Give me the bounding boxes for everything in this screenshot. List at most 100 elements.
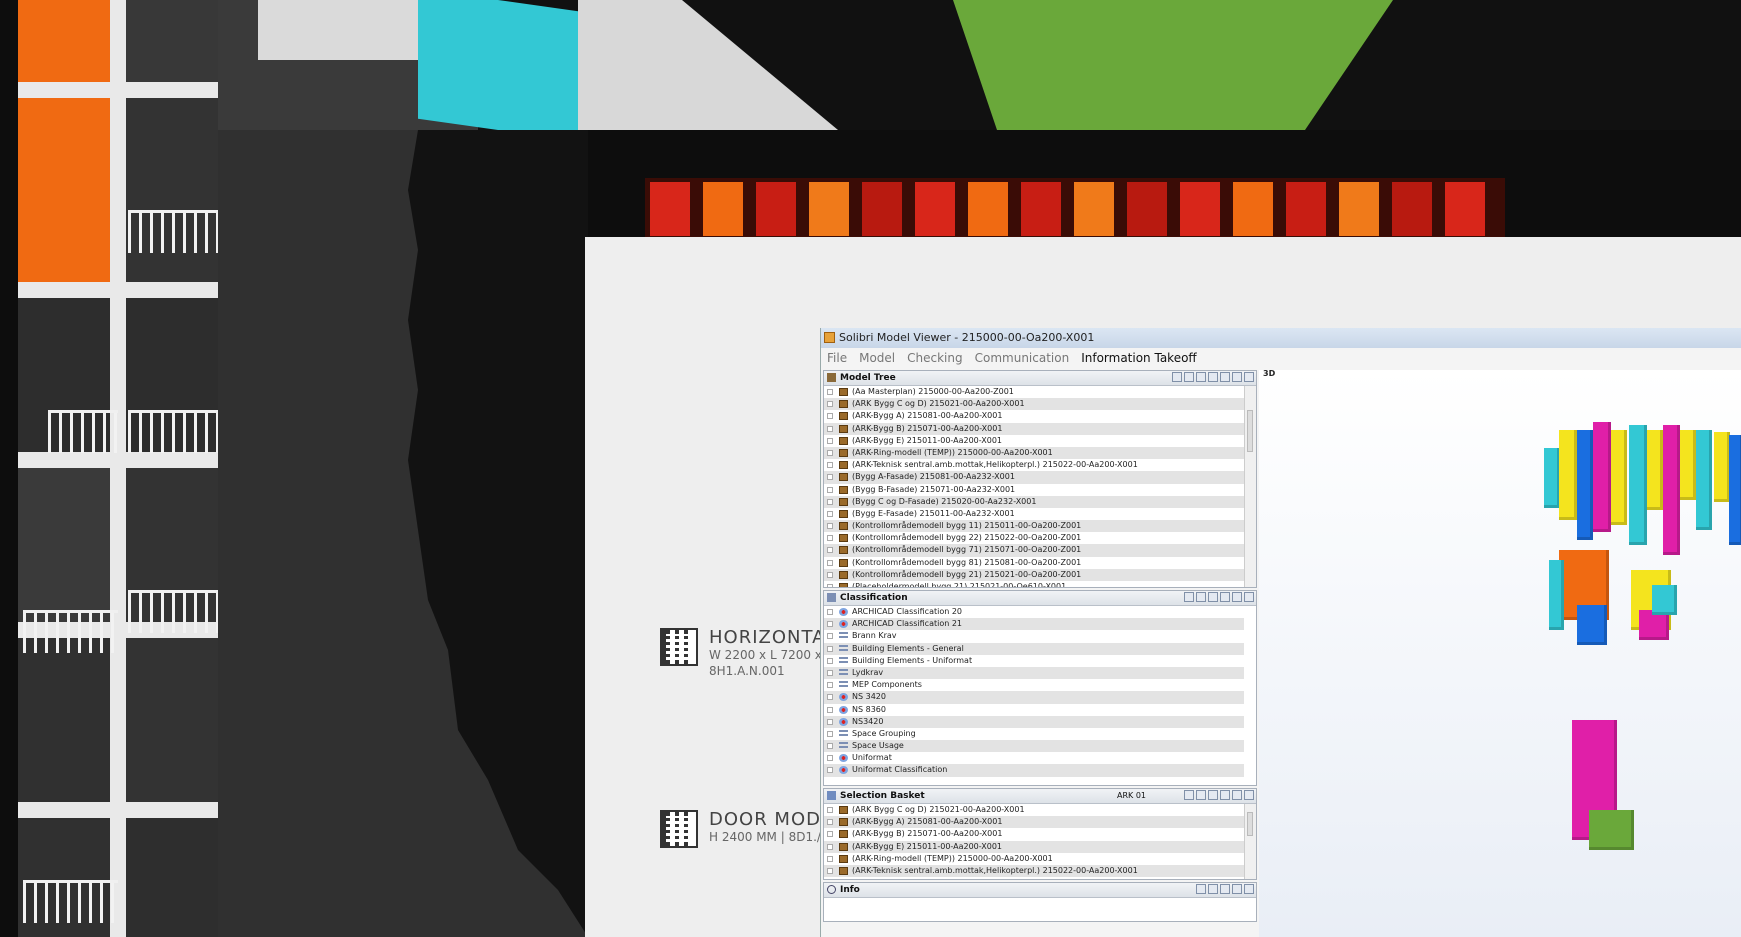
selection-basket-row[interactable]: (ARK-Bygg E) 215011-00-Aa200-X001 bbox=[824, 840, 1244, 853]
expand-toggle-icon[interactable] bbox=[827, 413, 833, 420]
expand-toggle-icon[interactable] bbox=[827, 807, 833, 813]
back-icon[interactable] bbox=[1196, 884, 1206, 894]
model-tree-row[interactable]: (ARK-Bygg A) 215081-00-Aa200-X001 bbox=[824, 410, 1244, 422]
maximize-icon[interactable] bbox=[1244, 372, 1254, 382]
model-tree-row[interactable]: (Kontrollområdemodell bygg 22) 215022-00… bbox=[824, 532, 1244, 544]
vertical-scrollbar[interactable] bbox=[1244, 386, 1256, 587]
model-tree-row[interactable]: (ARK-Bygg E) 215011-00-Aa200-X001 bbox=[824, 435, 1244, 447]
panel-menu-icon[interactable] bbox=[1232, 372, 1242, 382]
classification-row[interactable]: Brann Krav bbox=[824, 630, 1244, 642]
maximize-icon[interactable] bbox=[1244, 592, 1254, 602]
expand-all-icon[interactable] bbox=[1220, 592, 1230, 602]
tree-filter-icon[interactable] bbox=[1172, 372, 1182, 382]
expand-all-icon[interactable] bbox=[1208, 372, 1218, 382]
basket-color-icon[interactable] bbox=[1208, 790, 1218, 800]
expand-toggle-icon[interactable] bbox=[827, 474, 833, 481]
scrollbar-thumb[interactable] bbox=[1247, 410, 1253, 452]
open-classification-icon[interactable] bbox=[1196, 592, 1206, 602]
expand-toggle-icon[interactable] bbox=[827, 621, 833, 628]
basket-delete-icon[interactable] bbox=[1220, 790, 1230, 800]
selection-basket-row[interactable]: (ARK Bygg C og D) 215021-00-Aa200-X001 bbox=[824, 804, 1244, 816]
model-tree-row[interactable]: (Bygg E-Fasade) 215011-00-Aa232-X001 bbox=[824, 508, 1244, 520]
selection-basket-row[interactable]: (Bygg A-Fasade) 215081-00-Aa232-X001 bbox=[824, 877, 1244, 879]
basket-find-icon[interactable] bbox=[1196, 790, 1206, 800]
scrollbar-thumb[interactable] bbox=[1247, 812, 1253, 836]
forward-icon[interactable] bbox=[1208, 884, 1218, 894]
selection-basket-row[interactable]: (ARK-Teknisk sentral.amb.mottak,Helikopt… bbox=[824, 864, 1244, 878]
expand-toggle-icon[interactable] bbox=[827, 486, 833, 493]
expand-toggle-icon[interactable] bbox=[827, 559, 833, 566]
classification-row[interactable]: ARCHICAD Classification 21 bbox=[824, 618, 1244, 631]
classification-row[interactable]: NS 8360 bbox=[824, 704, 1244, 716]
expand-toggle-icon[interactable] bbox=[827, 743, 833, 750]
selection-basket-row[interactable]: (ARK-Bygg A) 215081-00-Aa200-X001 bbox=[824, 816, 1244, 829]
expand-toggle-icon[interactable] bbox=[827, 571, 833, 578]
classification-row[interactable]: Uniformat Classification bbox=[824, 764, 1244, 777]
tree-find-icon[interactable] bbox=[1196, 372, 1206, 382]
classification-row[interactable]: Lydkrav bbox=[824, 666, 1244, 680]
expand-toggle-icon[interactable] bbox=[827, 437, 833, 444]
expand-all-icon[interactable] bbox=[1232, 790, 1242, 800]
expand-toggle-icon[interactable] bbox=[827, 462, 833, 469]
basket-set-dropdown[interactable]: ARK 01 bbox=[1117, 789, 1146, 803]
collapse-all-icon[interactable] bbox=[1220, 372, 1230, 382]
expand-toggle-icon[interactable] bbox=[827, 706, 833, 713]
model-tree-row[interactable]: (Kontrollområdemodell bygg 11) 215011-00… bbox=[824, 520, 1244, 533]
maximize-icon[interactable] bbox=[1244, 790, 1254, 800]
menu-communication[interactable]: Communication bbox=[969, 348, 1076, 368]
menu-information-takeoff[interactable]: Information Takeoff bbox=[1075, 348, 1203, 368]
menu-checking[interactable]: Checking bbox=[901, 348, 968, 368]
expand-toggle-icon[interactable] bbox=[827, 523, 833, 530]
expand-toggle-icon[interactable] bbox=[827, 449, 833, 456]
expand-toggle-icon[interactable] bbox=[827, 831, 833, 838]
3d-view-panel[interactable]: 3D bbox=[1259, 369, 1741, 937]
expand-toggle-icon[interactable] bbox=[827, 867, 833, 874]
expand-toggle-icon[interactable] bbox=[827, 645, 833, 652]
refresh-icon[interactable] bbox=[1220, 884, 1230, 894]
expand-toggle-icon[interactable] bbox=[827, 609, 833, 615]
window-titlebar[interactable]: Solibri Model Viewer - 215000-00-Oa200-X… bbox=[821, 328, 1741, 348]
expand-toggle-icon[interactable] bbox=[827, 718, 833, 725]
expand-toggle-icon[interactable] bbox=[827, 767, 833, 774]
model-tree-row[interactable]: (ARK Bygg C og D) 215021-00-Aa200-X001 bbox=[824, 398, 1244, 411]
expand-toggle-icon[interactable] bbox=[827, 584, 833, 587]
classification-row[interactable]: NS 3420 bbox=[824, 691, 1244, 704]
model-tree-row[interactable]: (Kontrollområdemodell bygg 81) 215081-00… bbox=[824, 557, 1244, 569]
expand-toggle-icon[interactable] bbox=[827, 855, 833, 862]
expand-toggle-icon[interactable] bbox=[827, 819, 833, 826]
expand-toggle-icon[interactable] bbox=[827, 657, 833, 664]
model-tree-row[interactable]: (Bygg B-Fasade) 215071-00-Aa232-X001 bbox=[824, 484, 1244, 496]
maximize-icon[interactable] bbox=[1244, 884, 1254, 894]
classification-row[interactable]: Building Elements - General bbox=[824, 642, 1244, 655]
edit-classification-icon[interactable] bbox=[1184, 592, 1194, 602]
expand-toggle-icon[interactable] bbox=[827, 389, 833, 395]
expand-toggle-icon[interactable] bbox=[827, 669, 833, 676]
vertical-scrollbar[interactable] bbox=[1244, 804, 1256, 879]
expand-toggle-icon[interactable] bbox=[827, 633, 833, 640]
model-tree-row[interactable]: (Kontrollområdemodell bygg 71) 215071-00… bbox=[824, 544, 1244, 557]
model-tree-row[interactable]: (Aa Masterplan) 215000-00-Aa200-Z001 bbox=[824, 386, 1244, 398]
expand-toggle-icon[interactable] bbox=[827, 498, 833, 505]
expand-toggle-icon[interactable] bbox=[827, 730, 833, 737]
model-tree-row[interactable]: (Kontrollområdemodell bygg 21) 215021-00… bbox=[824, 568, 1244, 581]
menu-model[interactable]: Model bbox=[853, 348, 901, 368]
expand-toggle-icon[interactable] bbox=[827, 425, 833, 432]
model-tree-row[interactable]: (Placeholdermodell bygg 21) 215021-00-Oe… bbox=[824, 581, 1244, 587]
selection-basket-row[interactable]: (ARK-Ring-modell (TEMP)) 215000-00-Aa200… bbox=[824, 853, 1244, 865]
selection-basket-row[interactable]: (ARK-Bygg B) 215071-00-Aa200-X001 bbox=[824, 828, 1244, 840]
basket-add-icon[interactable] bbox=[1184, 790, 1194, 800]
expand-toggle-icon[interactable] bbox=[827, 547, 833, 554]
model-tree-row[interactable]: (ARK-Ring-modell (TEMP)) 215000-00-Aa200… bbox=[824, 446, 1244, 460]
color-classification-icon[interactable] bbox=[1208, 592, 1218, 602]
expand-toggle-icon[interactable] bbox=[827, 682, 833, 689]
tree-sort-icon[interactable] bbox=[1184, 372, 1194, 382]
classification-row[interactable]: Building Elements - Uniformat bbox=[824, 655, 1244, 667]
model-tree-row[interactable]: (Bygg C og D-Fasade) 215020-00-Aa232-X00… bbox=[824, 495, 1244, 508]
expand-toggle-icon[interactable] bbox=[827, 755, 833, 762]
classification-row[interactable]: Uniformat bbox=[824, 752, 1244, 764]
expand-toggle-icon[interactable] bbox=[827, 843, 833, 850]
classification-row[interactable]: Space Usage bbox=[824, 740, 1244, 753]
collapse-all-icon[interactable] bbox=[1232, 592, 1242, 602]
expand-toggle-icon[interactable] bbox=[827, 401, 833, 408]
classification-row[interactable]: Space Grouping bbox=[824, 728, 1244, 740]
